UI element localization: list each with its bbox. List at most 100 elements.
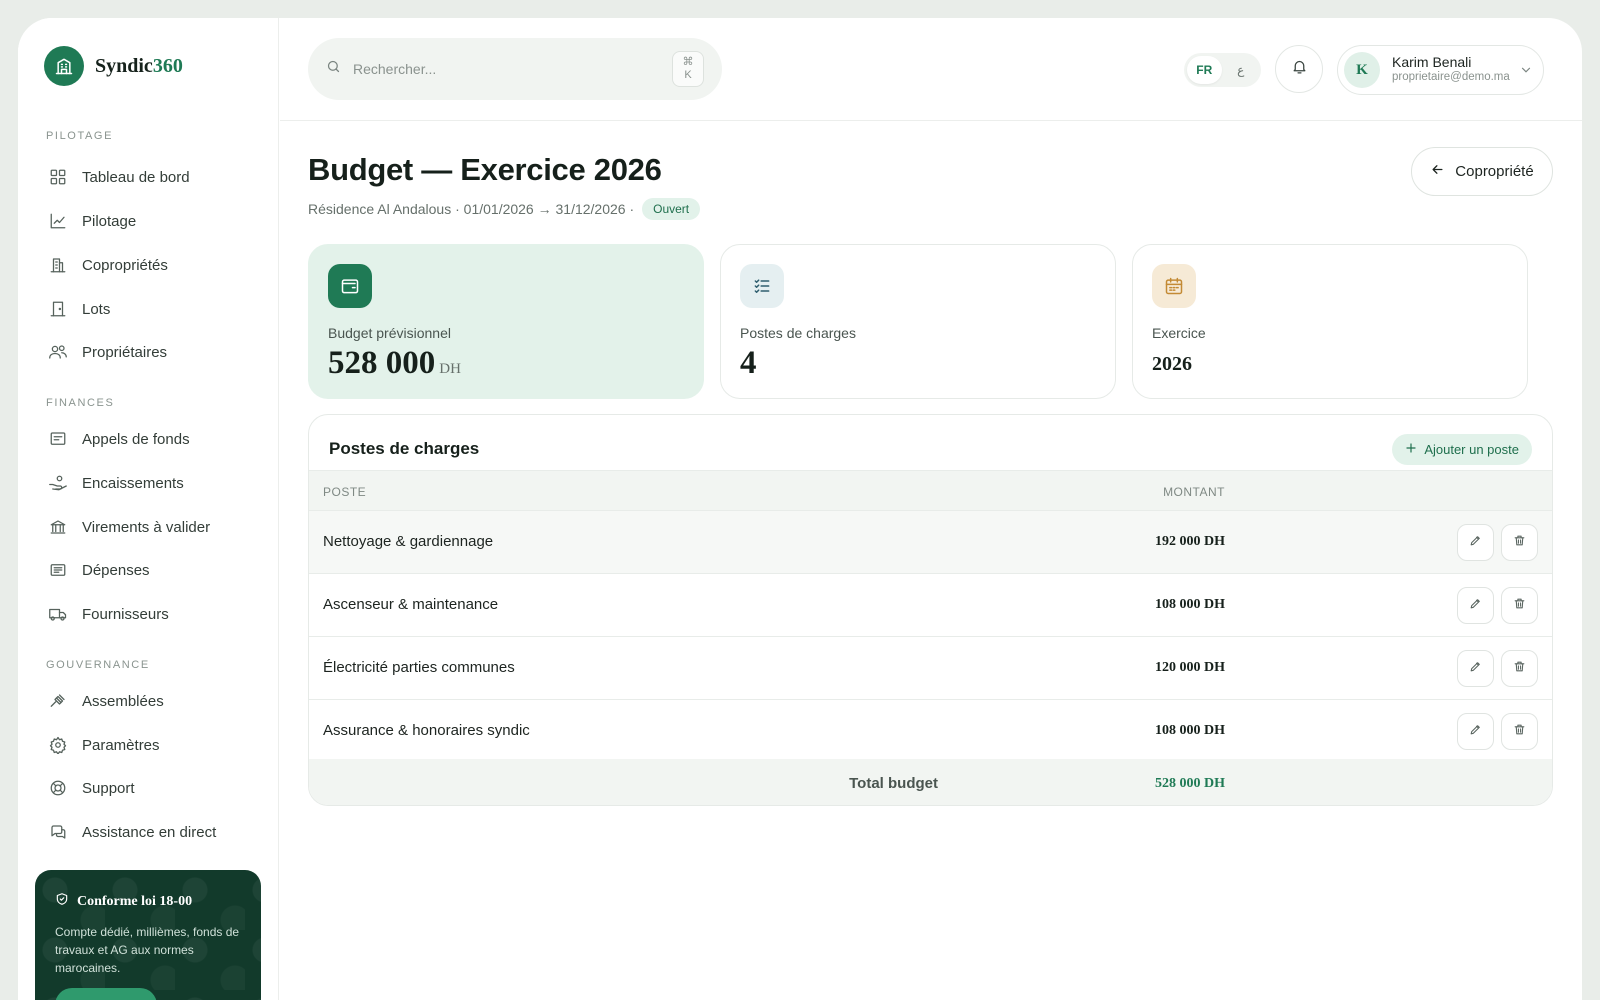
brand[interactable]: Syndic360 <box>44 46 183 86</box>
building-logo-icon <box>44 46 84 86</box>
sidebar-item-depenses[interactable]: Dépenses <box>48 554 150 586</box>
lifebuoy-icon <box>48 778 68 798</box>
sidebar-item-label: Fournisseurs <box>82 605 169 623</box>
delete-button[interactable] <box>1501 713 1538 750</box>
poste-amount: 192 000 DH <box>1155 534 1225 549</box>
sidebar-item-assemblees[interactable]: Assemblées <box>48 685 164 717</box>
stat-value: 4 <box>740 345 757 381</box>
sidebar-item-appels-de-fonds[interactable]: Appels de fonds <box>48 423 190 455</box>
column-header-poste: POSTE <box>323 485 367 499</box>
lang-ar-button[interactable]: ع <box>1224 56 1259 84</box>
pencil-icon <box>1469 534 1482 552</box>
trash-icon <box>1513 534 1526 552</box>
shield-icon <box>55 892 69 911</box>
sidebar-item-label: Virements à valider <box>82 518 211 536</box>
plus-icon <box>1405 442 1417 457</box>
column-header-montant: MONTANT <box>1163 485 1225 499</box>
sidebar: Syndic360 PILOTAGE Tableau de bord Pilot… <box>18 18 279 1000</box>
pencil-icon <box>1469 660 1482 678</box>
receipt-icon <box>48 429 68 449</box>
stat-value: 2026 <box>1152 353 1192 375</box>
gear-icon <box>48 735 68 755</box>
search-icon <box>326 59 341 79</box>
sidebar-item-label: Appels de fonds <box>82 430 190 448</box>
sidebar-item-pilotage[interactable]: Pilotage <box>48 205 136 237</box>
charges-table-card: Postes de charges Ajouter un poste POSTE… <box>308 414 1553 806</box>
hand-coins-icon <box>48 473 68 493</box>
avatar: K <box>1344 52 1380 88</box>
search-input[interactable] <box>353 61 653 77</box>
total-label: Total budget <box>849 775 938 792</box>
nav-section-pilotage: PILOTAGE <box>46 130 113 142</box>
stat-label: Budget prévisionnel <box>328 325 451 341</box>
wallet-icon <box>328 264 372 308</box>
brand-name: Syndic360 <box>95 54 183 77</box>
bell-icon <box>1291 58 1308 80</box>
trash-icon <box>1513 597 1526 615</box>
search-bar[interactable]: ⌘ K <box>308 38 722 100</box>
edit-button[interactable] <box>1457 524 1494 561</box>
calendar-icon <box>1152 264 1196 308</box>
sidebar-item-label: Dépenses <box>82 561 150 579</box>
stat-card-budget: Budget prévisionnel 528 000 DH <box>308 244 704 399</box>
table-row: Nettoyage & gardiennage 192 000 DH <box>309 511 1552 574</box>
poste-name: Assurance & honoraires syndic <box>323 722 530 739</box>
grid-icon <box>48 167 68 187</box>
app-window: Syndic360 PILOTAGE Tableau de bord Pilot… <box>18 18 1582 1000</box>
user-name: Karim Benali <box>1392 54 1472 70</box>
shortcut-hint: ⌘ K <box>672 51 704 87</box>
chart-line-icon <box>48 211 68 231</box>
sidebar-item-coproprietes[interactable]: Copropriétés <box>48 249 168 281</box>
sidebar-item-virements[interactable]: Virements à valider <box>48 511 210 543</box>
sidebar-item-label: Pilotage <box>82 212 137 230</box>
poste-amount: 108 000 DH <box>1155 723 1225 738</box>
sidebar-item-label: Paramètres <box>82 736 160 754</box>
user-menu[interactable]: K Karim Benali proprietaire@demo.ma <box>1337 45 1544 95</box>
edit-button[interactable] <box>1457 713 1494 750</box>
sidebar-item-label: Assemblées <box>82 692 164 710</box>
sidebar-item-parametres[interactable]: Paramètres <box>48 729 160 761</box>
sidebar-item-assistance[interactable]: Assistance en direct <box>48 816 216 848</box>
sidebar-item-fournisseurs[interactable]: Fournisseurs <box>48 598 169 630</box>
promo-button[interactable] <box>55 988 157 1000</box>
delete-button[interactable] <box>1501 524 1538 561</box>
lang-fr-button[interactable]: FR <box>1187 56 1222 84</box>
pencil-icon <box>1469 723 1482 741</box>
delete-button[interactable] <box>1501 650 1538 687</box>
edit-button[interactable] <box>1457 587 1494 624</box>
edit-button[interactable] <box>1457 650 1494 687</box>
chat-icon <box>48 822 68 842</box>
user-info: Karim Benali proprietaire@demo.ma <box>1392 55 1510 85</box>
truck-icon <box>48 604 68 624</box>
promo-text: Compte dédié, millièmes, fonds de travau… <box>55 925 240 975</box>
sidebar-item-label: Encaissements <box>82 474 184 492</box>
sidebar-item-label: Support <box>82 779 135 797</box>
sidebar-item-label: Copropriétés <box>82 256 168 274</box>
gavel-icon <box>48 691 68 711</box>
sidebar-item-encaissements[interactable]: Encaissements <box>48 467 184 499</box>
trash-icon <box>1513 723 1526 741</box>
subtitle-text: Résidence Al Andalous · 01/01/2026 → 31/… <box>308 201 635 217</box>
sidebar-item-label: Tableau de bord <box>82 168 190 186</box>
sidebar-item-tableau-de-bord[interactable]: Tableau de bord <box>48 161 190 193</box>
sidebar-item-lots[interactable]: Lots <box>48 293 110 325</box>
sidebar-item-proprietaires[interactable]: Propriétaires <box>48 336 167 368</box>
notifications-button[interactable] <box>1275 45 1323 93</box>
table-row: Assurance & honoraires syndic 108 000 DH <box>309 700 1552 763</box>
stat-card-exercice: Exercice 2026 <box>1132 244 1528 399</box>
trash-icon <box>1513 660 1526 678</box>
pencil-icon <box>1469 597 1482 615</box>
bank-icon <box>48 517 68 537</box>
page-title: Budget — Exercice 2026 <box>308 152 662 187</box>
arrow-left-icon <box>1430 162 1445 181</box>
topbar: ⌘ K FR ع K Karim Benali proprietaire@dem… <box>280 18 1582 121</box>
stat-card-postes: Postes de charges 4 <box>720 244 1116 399</box>
nav-section-finances: FINANCES <box>46 397 115 409</box>
back-to-copropriete-button[interactable]: Copropriété <box>1411 147 1553 196</box>
add-poste-button[interactable]: Ajouter un poste <box>1392 434 1532 465</box>
sidebar-item-support[interactable]: Support <box>48 772 135 804</box>
sidebar-item-label: Lots <box>82 300 111 318</box>
sidebar-item-label: Propriétaires <box>82 343 168 361</box>
status-badge: Ouvert <box>642 198 701 220</box>
delete-button[interactable] <box>1501 587 1538 624</box>
